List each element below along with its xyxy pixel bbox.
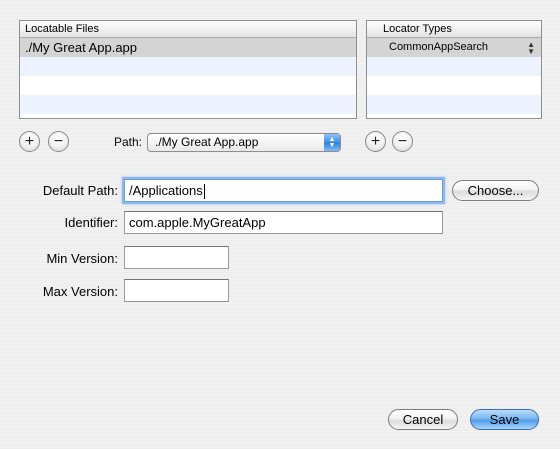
table-row[interactable] bbox=[367, 95, 541, 114]
default-path-value: /Applications bbox=[129, 183, 203, 198]
table-row[interactable] bbox=[20, 57, 356, 76]
locator-types-header-label: Locator Types bbox=[383, 23, 452, 35]
text-caret bbox=[203, 184, 205, 200]
remove-file-button[interactable]: − bbox=[48, 131, 69, 152]
default-path-label: Default Path: bbox=[42, 183, 118, 198]
min-version-field[interactable] bbox=[124, 246, 229, 269]
add-file-button[interactable]: + bbox=[19, 131, 40, 152]
locatable-files-table[interactable]: Locatable Files ./My Great App.app bbox=[19, 20, 357, 119]
min-version-label: Min Version: bbox=[46, 251, 118, 266]
locator-type-label: CommonAppSearch bbox=[389, 41, 489, 53]
locator-types-table[interactable]: Locator Types CommonAppSearch ▲ ▼ bbox=[366, 20, 542, 119]
add-locator-button[interactable]: + bbox=[365, 131, 386, 152]
remove-locator-button[interactable]: − bbox=[392, 131, 413, 152]
choose-button[interactable]: Choose... bbox=[452, 180, 539, 201]
path-popup[interactable]: ./My Great App.app ▲ ▼ bbox=[147, 133, 341, 152]
table-row[interactable] bbox=[20, 95, 356, 114]
path-label: Path: bbox=[113, 135, 142, 149]
table-row[interactable] bbox=[367, 114, 541, 118]
default-path-field[interactable]: /Applications bbox=[124, 179, 443, 202]
table-row[interactable] bbox=[20, 114, 356, 118]
max-version-field[interactable] bbox=[124, 279, 229, 302]
table-row[interactable]: CommonAppSearch ▲ ▼ bbox=[367, 38, 541, 57]
locator-types-header[interactable]: Locator Types bbox=[367, 21, 541, 38]
locatable-files-header[interactable]: Locatable Files bbox=[20, 21, 356, 38]
table-row[interactable] bbox=[20, 76, 356, 95]
identifier-label: Identifier: bbox=[64, 215, 118, 230]
table-row[interactable]: ./My Great App.app bbox=[20, 38, 356, 57]
identifier-field[interactable]: com.apple.MyGreatApp bbox=[124, 211, 443, 234]
table-row[interactable] bbox=[367, 76, 541, 95]
max-version-label: Max Version: bbox=[42, 284, 118, 299]
save-button[interactable]: Save bbox=[470, 409, 539, 430]
path-popup-value: ./My Great App.app bbox=[155, 135, 259, 149]
popup-arrows-icon[interactable]: ▲ ▼ bbox=[527, 38, 535, 56]
popup-arrows-icon: ▲ ▼ bbox=[324, 134, 340, 151]
cancel-button[interactable]: Cancel bbox=[388, 409, 458, 430]
table-row[interactable] bbox=[367, 57, 541, 76]
